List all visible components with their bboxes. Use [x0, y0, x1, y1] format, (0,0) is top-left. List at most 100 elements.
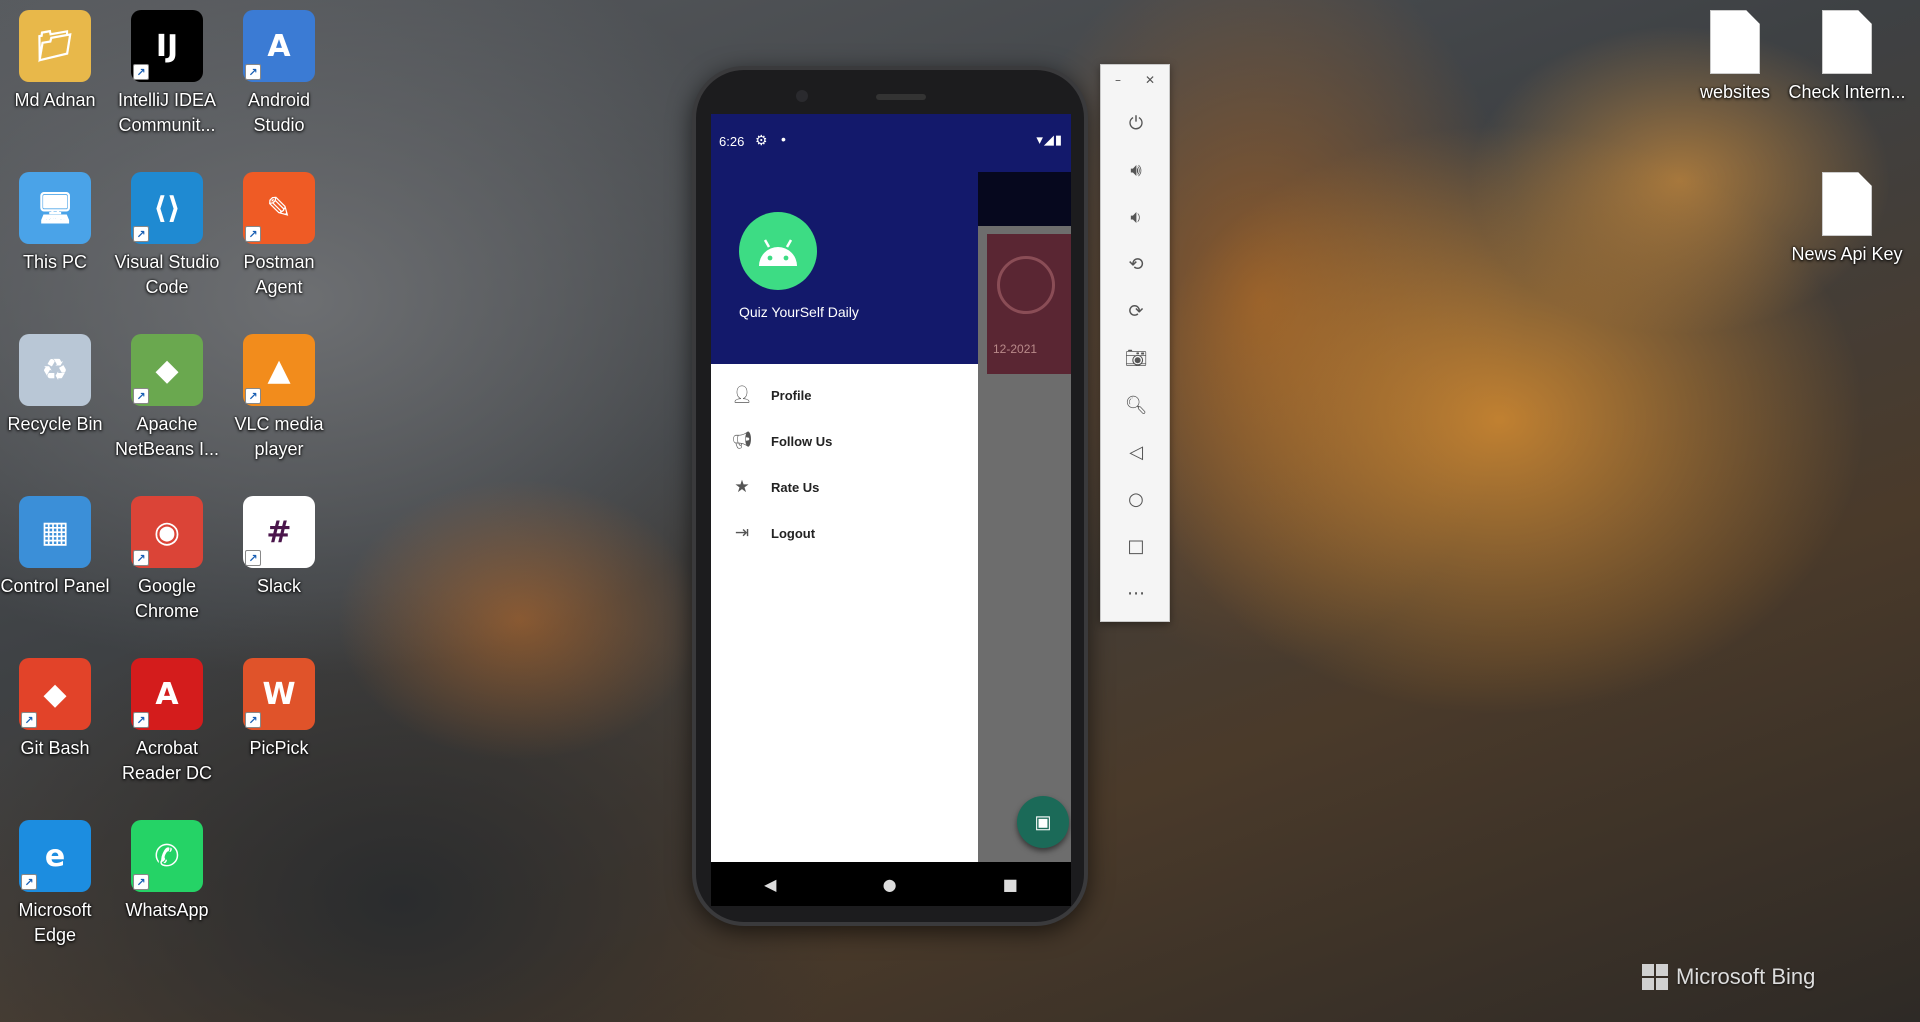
front-camera — [796, 90, 808, 102]
git-bash-icon: ◆ ↗ — [19, 658, 91, 730]
shortcut-arrow-icon: ↗ — [245, 64, 261, 80]
desktop-icon-whatsapp[interactable]: ✆ ↗ WhatsApp — [112, 820, 222, 970]
desktop-icon-websites[interactable]: websites — [1680, 10, 1790, 160]
home-icon[interactable]: ○ — [1118, 481, 1154, 517]
desktop-icon-slack[interactable]: # ↗ Slack — [224, 496, 334, 646]
volume-down-icon[interactable]: 🔉︎ — [1118, 199, 1154, 235]
desktop-icon-android-studio[interactable]: A ↗ Android Studio — [224, 10, 334, 160]
postman-icon: ✎ ↗ — [243, 172, 315, 244]
desktop-icon-computer[interactable]: 🖥︎ This PC — [0, 172, 110, 322]
menu-item-profile[interactable]: 👤︎ Profile — [711, 372, 978, 418]
android-emulator-phone: 6:26 ⚙ • ▾◢▮ 12-2021 ▣ Quiz YourSelf Dai… — [692, 66, 1088, 926]
calendar-fab-button[interactable]: ▣ — [1017, 796, 1069, 848]
menu-item-label: Logout — [771, 525, 816, 541]
desktop-icon-acrobat[interactable]: A ↗ Acrobat Reader DC — [112, 658, 222, 808]
desktop-icon-chrome[interactable]: ◉ ↗ Google Chrome — [112, 496, 222, 646]
desktop-icon-vlc[interactable]: ▲ ↗ VLC media player — [224, 334, 334, 484]
desktop-icon-control-panel[interactable]: ▦ Control Panel — [0, 496, 110, 646]
shortcut-arrow-icon: ↗ — [245, 226, 261, 242]
desktop-icon-label: Google Chrome — [134, 576, 200, 621]
shortcut-arrow-icon: ↗ — [133, 712, 149, 728]
drawer-menu: 👤︎ Profile 📢︎ Follow Us ★ Rate Us ⇥ Logo… — [711, 364, 978, 556]
menu-item-label: Follow Us — [771, 433, 833, 449]
android-studio-icon: A ↗ — [243, 10, 315, 82]
desktop-icon-label: Control Panel — [0, 576, 110, 596]
earpiece-speaker — [876, 94, 926, 100]
desktop-icon-netbeans[interactable]: ◆ ↗ Apache NetBeans I... — [112, 334, 222, 484]
desktop-icon-label: Acrobat Reader DC — [121, 738, 213, 783]
windows-logo-icon — [1642, 964, 1668, 990]
menu-item-follow-us[interactable]: 📢︎ Follow Us — [711, 418, 978, 464]
person-icon: 👤︎ — [731, 385, 753, 405]
desktop-icon-check-internet[interactable]: Check Intern... — [1788, 10, 1906, 160]
shortcut-arrow-icon: ↗ — [21, 874, 37, 890]
desktop-icon-label: Apache NetBeans I... — [114, 414, 220, 459]
desktop-icon-git-bash[interactable]: ◆ ↗ Git Bash — [0, 658, 110, 808]
desktop-icon-vscode[interactable]: ⟨⟩ ↗ Visual Studio Code — [112, 172, 222, 322]
shortcut-arrow-icon: ↗ — [133, 226, 149, 242]
drawer-header: Quiz YourSelf Daily — [711, 172, 978, 364]
nav-recents-icon[interactable]: ■ — [1003, 875, 1018, 894]
shortcut-arrow-icon: ↗ — [133, 388, 149, 404]
shortcut-arrow-icon: ↗ — [245, 388, 261, 404]
menu-item-rate-us[interactable]: ★ Rate Us — [711, 464, 978, 510]
acrobat-icon: A ↗ — [131, 658, 203, 730]
shortcut-arrow-icon: ↗ — [133, 874, 149, 890]
desktop-icon-label: PicPick — [249, 738, 309, 758]
desktop-icon-recycle-bin[interactable]: ♻ Recycle Bin — [0, 334, 110, 484]
shortcut-arrow-icon: ↗ — [133, 550, 149, 566]
screenshot-icon[interactable]: 📷︎ — [1118, 340, 1154, 376]
vscode-icon: ⟨⟩ ↗ — [131, 172, 203, 244]
desktop-icon-picpick[interactable]: W ↗ PicPick — [224, 658, 334, 808]
desktop-icon-label: Android Studio — [247, 90, 311, 135]
back-icon[interactable]: ◁ — [1118, 434, 1154, 470]
volume-up-icon[interactable]: 🔊︎ — [1118, 152, 1154, 188]
rotate-right-icon[interactable]: ⟳ — [1118, 293, 1154, 329]
zoom-icon[interactable]: 🔍︎ — [1118, 387, 1154, 423]
shortcut-arrow-icon: ↗ — [245, 712, 261, 728]
desktop-icon-postman[interactable]: ✎ ↗ Postman Agent — [224, 172, 334, 322]
computer-icon: 🖥︎ — [19, 172, 91, 244]
watermark-text: Microsoft Bing — [1676, 964, 1816, 989]
text-file-icon — [1822, 172, 1872, 236]
desktop-icon-label: News Api Key — [1791, 244, 1903, 264]
close-icon[interactable]: ✕ — [1145, 73, 1155, 87]
power-icon[interactable]: ⏻ — [1118, 105, 1154, 141]
desktop-icon-label: VLC media player — [234, 414, 324, 459]
more-icon[interactable]: ⋯ — [1118, 575, 1154, 611]
signal-battery-icon: ▾◢▮ — [1036, 132, 1063, 147]
desktop-icon-label: Slack — [256, 576, 301, 596]
desktop-icon-news-api-key[interactable]: News Api Key — [1791, 172, 1903, 322]
desktop-icon-label: Check Intern... — [1788, 82, 1906, 102]
minimize-icon[interactable]: – — [1115, 73, 1121, 87]
desktop-icon-label: Microsoft Edge — [18, 900, 92, 945]
edge-icon: e ↗ — [19, 820, 91, 892]
shortcut-arrow-icon: ↗ — [245, 550, 261, 566]
android-logo-icon — [739, 212, 817, 290]
menu-item-logout[interactable]: ⇥ Logout — [711, 510, 978, 556]
slack-icon: # ↗ — [243, 496, 315, 568]
overview-icon[interactable]: □ — [1118, 528, 1154, 564]
desktop-icon-label: Postman Agent — [243, 252, 315, 297]
text-file-icon — [1710, 10, 1760, 74]
nav-back-icon[interactable]: ◀ — [764, 875, 776, 894]
nav-home-icon[interactable]: ● — [883, 875, 897, 894]
desktop-icon-user-folder[interactable]: 📁︎ Md Adnan — [0, 10, 110, 160]
navigation-drawer: Quiz YourSelf Daily 👤︎ Profile 📢︎ Follow… — [711, 172, 978, 862]
notification-dot-icon: • — [781, 131, 786, 147]
shortcut-arrow-icon: ↗ — [21, 712, 37, 728]
desktop-icon-label: Visual Studio Code — [114, 252, 220, 297]
rotate-left-icon[interactable]: ⟲ — [1118, 246, 1154, 282]
text-file-icon — [1822, 10, 1872, 74]
desktop-icon-intellij[interactable]: IJ ↗ IntelliJ IDEA Communit... — [112, 10, 222, 160]
vlc-icon: ▲ ↗ — [243, 334, 315, 406]
phone-screen[interactable]: 6:26 ⚙ • ▾◢▮ 12-2021 ▣ Quiz YourSelf Dai… — [711, 114, 1071, 862]
quiz-card[interactable]: 12-2021 — [987, 234, 1071, 374]
shortcut-arrow-icon: ↗ — [133, 64, 149, 80]
desktop-icon-edge[interactable]: e ↗ Microsoft Edge — [0, 820, 110, 970]
recycle-bin-icon: ♻ — [19, 334, 91, 406]
logout-icon: ⇥ — [734, 523, 750, 543]
desktop-icon-label: WhatsApp — [125, 900, 209, 920]
microsoft-bing-watermark: Microsoft Bing — [1642, 964, 1815, 990]
picpick-icon: W ↗ — [243, 658, 315, 730]
